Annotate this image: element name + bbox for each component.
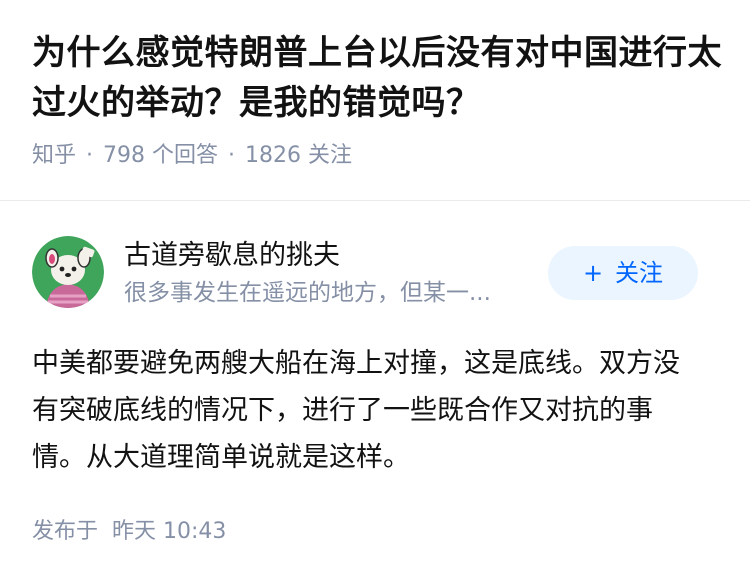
answers-count[interactable]: 798: [103, 143, 145, 168]
publish-info: 发布于 昨天 10:43: [32, 516, 226, 548]
author-bio: 很多事发生在遥远的地方，但某一...: [124, 280, 491, 306]
published-time: 昨天 10:43: [112, 519, 227, 544]
cartoon-animal-avatar-icon[interactable]: [32, 236, 104, 308]
section-divider: [0, 200, 750, 201]
plus-icon: +: [582, 259, 604, 287]
question-meta: 知乎 · 798 个回答 · 1826 关注: [32, 141, 722, 171]
follow-button[interactable]: + 关注: [548, 246, 698, 300]
answer-content[interactable]: 中美都要避免两艘大船在海上对撞，这是底线。双方没有突破底线的情况下，进行了一些既…: [32, 340, 696, 481]
answers-label[interactable]: 个回答: [152, 143, 218, 168]
followers-count[interactable]: 1826: [245, 143, 301, 168]
answer-card: 古道旁歇息的挑夫 很多事发生在遥远的地方，但某一... + 关注 中美都要避免两艘…: [32, 236, 718, 481]
meta-separator: ·: [86, 143, 94, 168]
source-label[interactable]: 知乎: [32, 143, 76, 168]
followers-label[interactable]: 关注: [308, 143, 352, 168]
meta-separator: ·: [228, 143, 236, 168]
author-name[interactable]: 古道旁歇息的挑夫: [124, 238, 340, 274]
question-header: 为什么感觉特朗普上台以后没有对中国进行太过火的举动？是我的错觉吗？ 知乎 · 798…: [32, 28, 722, 171]
published-label: 发布于: [32, 519, 99, 544]
follow-button-label: 关注: [615, 259, 664, 287]
author-row: 古道旁歇息的挑夫 很多事发生在遥远的地方，但某一... + 关注: [32, 236, 718, 310]
question-title[interactable]: 为什么感觉特朗普上台以后没有对中国进行太过火的举动？是我的错觉吗？: [32, 28, 722, 128]
